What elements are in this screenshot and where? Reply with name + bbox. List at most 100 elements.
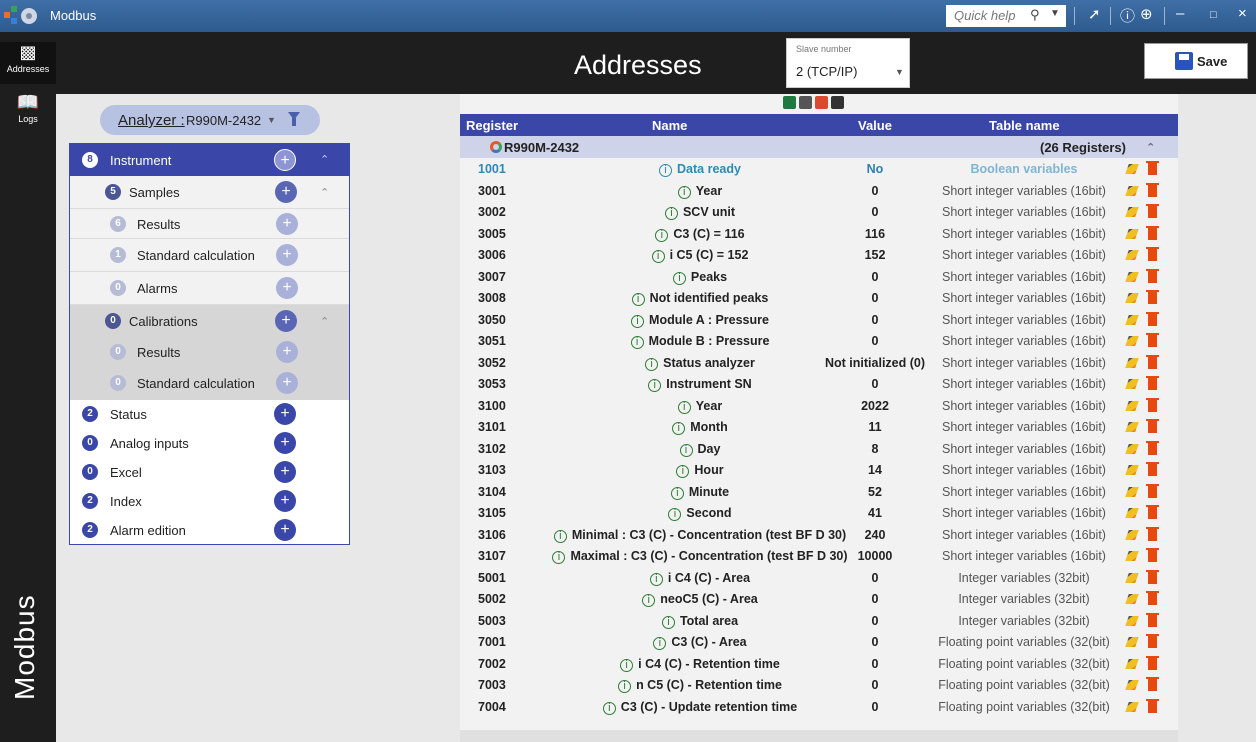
delete-icon[interactable] — [1146, 505, 1159, 519]
camera-icon[interactable] — [799, 96, 812, 109]
edit-icon[interactable] — [1125, 250, 1139, 260]
edit-icon[interactable] — [1125, 615, 1139, 626]
tree-item-status[interactable]: 2 Status + — [70, 400, 349, 429]
add-icon[interactable]: + — [276, 277, 298, 299]
table-row[interactable]: 5001 i i C4 (C) - Area 0 Integer variables (… — [460, 567, 1178, 589]
info-icon[interactable]: i — [670, 486, 684, 500]
table-row[interactable]: 3106 i Minimal : C3 (C) - Concentration (t… — [460, 524, 1178, 546]
table-row[interactable]: 3007 i Peaks 0 Short integer variables (16bi… — [460, 266, 1178, 288]
add-icon[interactable]: + — [274, 490, 296, 512]
tree-item-calibrations-standard[interactable]: 0 Standard calculation + — [70, 367, 349, 400]
table-row[interactable]: 7003 i n C5 (C) - Retention time 0 Floating … — [460, 674, 1178, 696]
table-row[interactable]: 3001 i Year 0 Short integer variables (16bit… — [460, 180, 1178, 202]
table-row[interactable]: 3107 i Maximal : C3 (C) - Concentration (t… — [460, 545, 1178, 567]
info-icon[interactable]: i — [659, 164, 673, 177]
excel-export-icon[interactable] — [783, 96, 796, 109]
edit-icon[interactable] — [1125, 465, 1139, 475]
delete-icon[interactable] — [1146, 182, 1159, 197]
edit-icon[interactable] — [1125, 422, 1139, 432]
info-icon[interactable]: i — [672, 422, 686, 435]
pdf-export-icon[interactable] — [815, 96, 828, 109]
delete-icon[interactable] — [1146, 483, 1159, 498]
delete-icon[interactable] — [1146, 655, 1159, 670]
tree-item-samples-alarms[interactable]: 0 Alarms + — [70, 272, 349, 305]
info-icon[interactable]: i — [552, 551, 566, 564]
column-header-register[interactable]: Register — [466, 118, 518, 133]
edit-icon[interactable] — [1125, 551, 1139, 561]
save-button[interactable]: Save — [1144, 43, 1248, 79]
delete-icon[interactable] — [1146, 677, 1159, 691]
info-icon[interactable]: i — [679, 443, 693, 457]
table-row[interactable]: 3101 i Month 11 Short integer variables (16b… — [460, 416, 1178, 438]
delete-icon[interactable] — [1146, 591, 1159, 605]
chevron-up-icon[interactable]: ⌃ — [320, 186, 329, 199]
delete-icon[interactable] — [1146, 204, 1159, 218]
chevron-up-icon[interactable]: ⌃ — [320, 153, 329, 166]
info-icon[interactable]: i — [677, 400, 691, 414]
chevron-circle-icon[interactable]: ⊕ — [1140, 5, 1153, 23]
info-icon[interactable]: ⓘ — [1120, 5, 1135, 26]
table-row[interactable]: 5003 i Total area 0 Integer variables (32bit… — [460, 610, 1178, 632]
tree-item-instrument[interactable]: 8 Instrument + ⌃ — [70, 144, 349, 176]
tree-item-samples-standard[interactable]: 1 Standard calculation + — [70, 239, 349, 272]
delete-icon[interactable] — [1146, 247, 1159, 261]
quick-help-input[interactable]: Quick help ⚲ ▼ — [946, 5, 1066, 27]
table-row[interactable]: 1001 i Data ready No Boolean variables — [460, 158, 1178, 180]
edit-icon[interactable] — [1125, 529, 1139, 540]
delete-icon[interactable] — [1146, 548, 1159, 562]
edit-icon[interactable] — [1125, 508, 1139, 518]
table-row[interactable]: 3105 i Second 41 Short integer variables (16… — [460, 502, 1178, 524]
add-icon[interactable]: + — [274, 519, 296, 541]
info-icon[interactable]: i — [664, 207, 678, 220]
slave-number-select[interactable]: Slave number 2 (TCP/IP) ▼ — [786, 38, 910, 88]
column-header-value[interactable]: Value — [858, 118, 892, 133]
tree-item-alarm-edition[interactable]: 2 Alarm edition + — [70, 516, 349, 544]
delete-icon[interactable] — [1146, 311, 1159, 326]
delete-icon[interactable] — [1146, 161, 1159, 175]
add-icon[interactable]: + — [276, 244, 298, 266]
delete-icon[interactable] — [1146, 376, 1159, 390]
edit-icon[interactable] — [1125, 594, 1139, 604]
edit-icon[interactable] — [1125, 207, 1139, 217]
table-row[interactable]: 3002 i SCV unit 0 Short integer variables (1… — [460, 201, 1178, 223]
table-row[interactable]: 3100 i Year 2022 Short integer variables (16… — [460, 395, 1178, 417]
add-icon[interactable]: + — [275, 181, 297, 203]
info-icon[interactable]: i — [645, 357, 659, 371]
info-icon[interactable]: i — [677, 185, 691, 199]
add-icon[interactable]: + — [276, 341, 298, 363]
tree-item-analog-inputs[interactable]: 0 Analog inputs + — [70, 429, 349, 458]
tree-item-calibrations[interactable]: 0 Calibrations + ⌃ — [70, 305, 349, 337]
add-icon[interactable]: + — [276, 372, 298, 394]
info-icon[interactable]: i — [631, 314, 645, 328]
analyzer-selector[interactable]: Analyzer : R990M-2432 ▼ — [100, 105, 320, 135]
edit-icon[interactable] — [1125, 637, 1139, 647]
delete-icon[interactable] — [1146, 354, 1159, 369]
edit-icon[interactable] — [1125, 293, 1139, 303]
edit-icon[interactable] — [1125, 701, 1139, 712]
info-icon[interactable]: i — [676, 465, 690, 478]
delete-icon[interactable] — [1146, 397, 1159, 412]
info-icon[interactable]: i — [651, 250, 665, 263]
edit-icon[interactable] — [1125, 164, 1139, 174]
add-icon[interactable]: + — [274, 432, 296, 454]
edit-icon[interactable] — [1125, 658, 1139, 669]
info-icon[interactable]: i — [648, 379, 662, 392]
table-row[interactable]: 3051 i Module B : Pressure 0 Short integer v… — [460, 330, 1178, 352]
table-row[interactable]: 3050 i Module A : Pressure 0 Short integer v… — [460, 309, 1178, 331]
filter-icon[interactable] — [288, 112, 300, 126]
info-icon[interactable]: i — [661, 615, 675, 629]
add-icon[interactable]: + — [274, 403, 296, 425]
table-row[interactable]: 3006 i i C5 (C) = 152 152 Short integer vari… — [460, 244, 1178, 266]
edit-icon[interactable] — [1125, 379, 1139, 389]
edit-icon[interactable] — [1125, 314, 1139, 325]
delete-icon[interactable] — [1146, 462, 1159, 476]
tree-item-samples-results[interactable]: 6 Results + — [70, 209, 349, 239]
maximize-icon[interactable]: □ — [1210, 9, 1217, 21]
add-icon[interactable]: + — [274, 461, 296, 483]
add-icon[interactable]: + — [276, 213, 298, 235]
info-icon[interactable]: i — [618, 680, 632, 693]
delete-icon[interactable] — [1146, 333, 1159, 347]
edit-icon[interactable] — [1125, 228, 1139, 239]
edit-icon[interactable] — [1125, 443, 1139, 454]
table-row[interactable]: 3104 i Minute 52 Short integer variables (16… — [460, 481, 1178, 503]
